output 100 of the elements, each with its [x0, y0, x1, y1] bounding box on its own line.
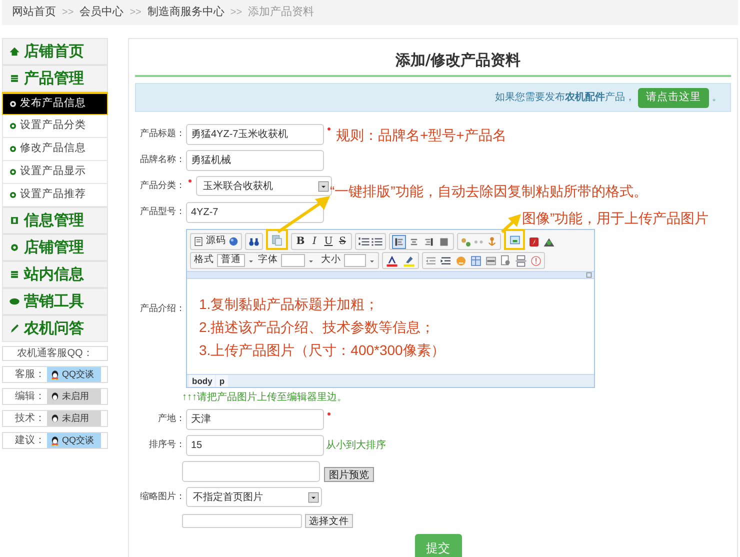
qq-chat-button[interactable]: QQ交谈 [47, 367, 101, 382]
toolbar-label: 字体 [257, 253, 279, 268]
breadcrumb-separator: >> [130, 6, 142, 20]
bullet-list-icon [371, 236, 383, 248]
hint-text: ↑↑↑请把产品图片上传至编辑器里边。 [182, 390, 347, 404]
sidebar-section[interactable]: 站内信息 [2, 261, 108, 288]
justify-icon [439, 236, 449, 246]
sidebar-item[interactable]: 修改产品信息 [2, 138, 108, 161]
breadcrumb-separator: >> [230, 6, 242, 20]
highlighter-icon [402, 254, 416, 266]
qq-label: 建议： [14, 434, 45, 448]
breadcrumb-link[interactable]: 网站首页 [12, 4, 56, 21]
image-path-field[interactable] [182, 460, 320, 482]
path-tag[interactable]: p [216, 374, 228, 388]
align-center-icon [409, 236, 419, 246]
rich-text-editor[interactable]: 源码 B I U S 格式 普通 字体 大小 1.复制黏贴产品标题并加粗； 2.描述该产品介绍、技术参数等信息； 3.上传产品图片（尺寸：400*300像素） body p [186, 229, 595, 388]
text-field[interactable]: 勇猛机械 [186, 150, 324, 170]
toolbar-label: 大小 [320, 253, 342, 268]
field-label: 品牌名称： [140, 154, 185, 164]
media-icon [543, 236, 555, 248]
format-button[interactable]: B [294, 234, 307, 249]
field-label: 排序号： [149, 439, 185, 450]
text-field[interactable]: 天津 [186, 408, 324, 430]
field-label: 产地： [158, 413, 185, 424]
sidebar-section[interactable]: 农机问答 [2, 315, 108, 342]
format-button[interactable]: S [336, 234, 349, 249]
field-label: 缩略图片： [140, 491, 185, 502]
anchor-icon [486, 236, 498, 248]
qq-label: 客服： [14, 368, 45, 382]
text-field[interactable]: 勇猛4YZ-7玉米收获机 [186, 124, 324, 144]
pencil-icon [9, 323, 20, 334]
editor-text: 1.复制黏贴产品标题并加粗； [199, 294, 380, 312]
annotation-text: 规则：品牌名+型号+产品名 [336, 126, 506, 145]
sidebar-section[interactable]: 店铺管理 [2, 234, 108, 261]
arrow [277, 196, 330, 234]
align-button[interactable] [392, 234, 406, 248]
qq-chat-button[interactable]: 未启用 [47, 411, 101, 426]
annotation-text: “一键排版”功能，自动去除因复制粘贴所带的格式。 [330, 182, 648, 201]
choose-file-button[interactable]: 选择文件 [305, 514, 353, 528]
qq-chat-button[interactable]: QQ交谈 [47, 433, 101, 448]
qq-title: 农机通客服QQ： [17, 346, 93, 361]
path-tag[interactable]: body [189, 374, 216, 388]
penguin-icon [50, 370, 60, 380]
sidebar-item[interactable]: 设置产品分类 [2, 115, 108, 138]
field-note: 从小到大排序 [326, 438, 386, 452]
preview-icon [500, 254, 512, 266]
qq-label: 编辑： [14, 390, 45, 404]
indent-icon [440, 254, 452, 266]
page-break-icon [515, 254, 527, 266]
annotation-text: 图像”功能，用于上传产品图片 [522, 209, 709, 228]
field-label: 产品分类： [140, 180, 185, 190]
home-icon [9, 46, 20, 57]
image-icon [508, 234, 520, 246]
editor-text: 3.上传产品图片（尺寸：400*300像素） [199, 340, 446, 358]
binoculars-icon [248, 236, 260, 248]
sidebar-item[interactable]: 设置产品显示 [2, 161, 108, 184]
format-button[interactable]: U [322, 234, 335, 249]
source-button[interactable]: 源码 [205, 234, 227, 249]
qq-chat-button[interactable]: 未启用 [47, 389, 101, 404]
editor-text: 2.描述该产品介绍、技术参数等信息； [199, 318, 436, 336]
dropdown[interactable]: 不指定首页图片 [186, 487, 322, 507]
sidebar-section[interactable]: 店铺首页 [2, 38, 108, 65]
sidebar-item[interactable]: 设置产品推荐 [2, 184, 108, 207]
link-icon [460, 236, 472, 248]
outdent-icon [425, 254, 437, 266]
clipboard-icon [271, 234, 283, 246]
sidebar-section[interactable]: 营销工具 [2, 288, 108, 315]
font-color-icon [385, 254, 399, 266]
breadcrumb-link[interactable]: 会员中心 [80, 4, 124, 21]
notice-text: 如果您需要发布农机配件产品， [495, 90, 635, 105]
penguin-icon [50, 414, 60, 424]
sidebar-item[interactable]: 发布产品信息 [2, 92, 108, 115]
field-label: 产品标题： [140, 128, 185, 138]
qq-label: 技术： [14, 412, 45, 426]
penguin-icon [50, 436, 60, 446]
arrow [500, 214, 521, 234]
format-dropdown[interactable]: 普通 [217, 254, 245, 267]
preview-button[interactable]: 图片预览 [324, 466, 374, 482]
field-label: 产品介绍： [140, 302, 185, 313]
numbered-list-icon [358, 236, 370, 248]
align-right-icon [424, 236, 434, 246]
page-title: 添加/修改产品资料 [395, 50, 521, 70]
sidebar-section[interactable]: 信息管理 [2, 207, 108, 234]
fullscreen-icon [586, 272, 592, 278]
sidebar-section[interactable]: 产品管理 [2, 65, 108, 92]
breadcrumb-separator: >> [62, 6, 74, 20]
breadcrumb-link[interactable]: 制造商服务中心 [147, 4, 224, 21]
text-field[interactable]: 4YZ-7 [186, 202, 324, 222]
document-icon [193, 236, 204, 247]
globe-icon [228, 236, 239, 247]
dropdown[interactable]: 玉米联合收获机 [196, 176, 332, 196]
align-left-icon [394, 236, 404, 246]
table-icon [470, 254, 482, 266]
flash-icon [528, 236, 540, 248]
file-field[interactable] [182, 514, 302, 528]
format-button[interactable]: I [308, 234, 321, 249]
period-text: 。 [712, 91, 722, 105]
info-icon [530, 254, 542, 266]
toolbar-label: 格式 [193, 253, 215, 268]
text-field[interactable]: 15 [186, 434, 324, 456]
